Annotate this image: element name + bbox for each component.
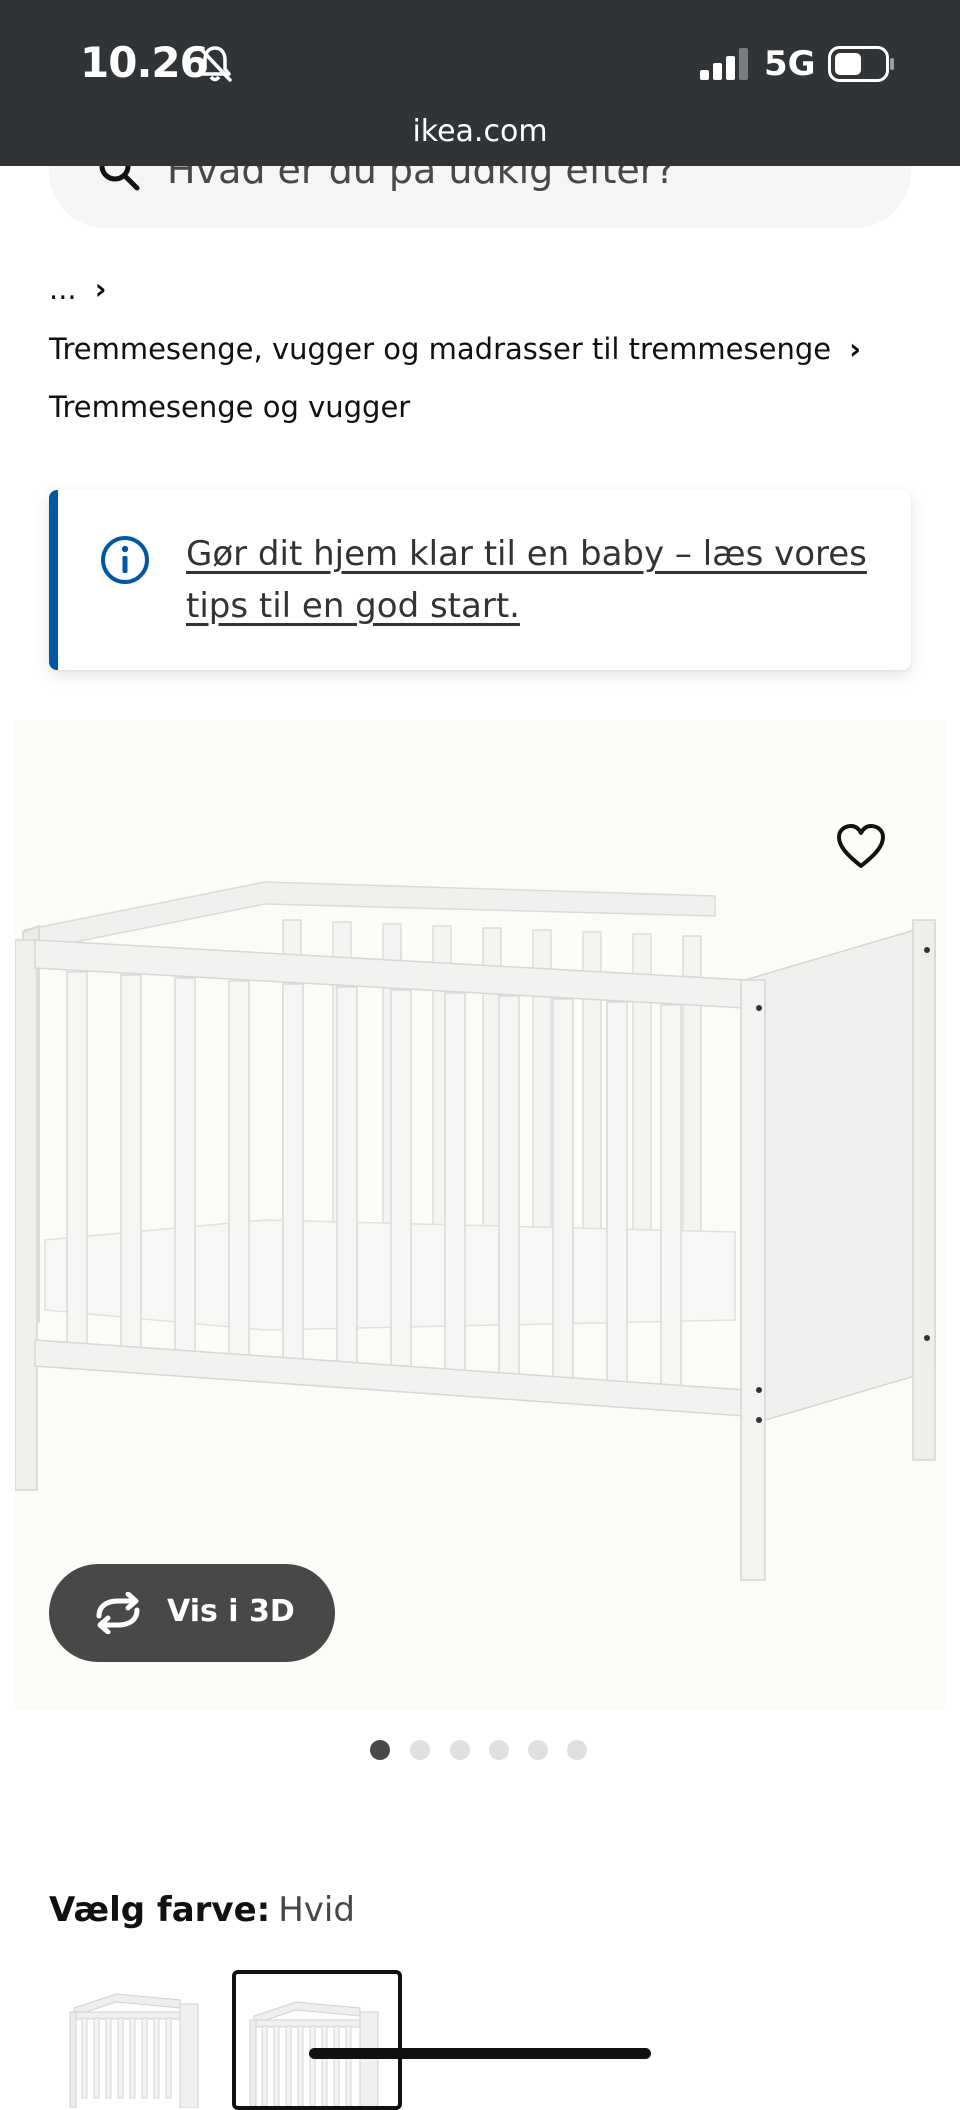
network-type: 5G	[764, 44, 816, 84]
favorite-heart-icon[interactable]	[836, 824, 886, 870]
view-3d-button[interactable]: Vis i 3D	[49, 1564, 335, 1662]
crib-thumbnail	[69, 1993, 199, 2108]
rotate-3d-icon	[96, 1592, 140, 1634]
breadcrumb-current[interactable]: Tremmesenge og vugger	[49, 390, 410, 424]
url-domain[interactable]: ikea.com	[0, 114, 960, 149]
view-3d-label: Vis i 3D	[167, 1594, 295, 1629]
status-time: 10.26	[80, 38, 209, 87]
carousel-dot[interactable]	[370, 1740, 390, 1760]
crib-thumbnail	[249, 2001, 379, 2106]
baby-tips-link[interactable]: Gør dit hjem klar til en baby – læs vore…	[186, 528, 896, 632]
color-swatch[interactable]	[56, 1968, 216, 2108]
carousel-dot[interactable]	[567, 1740, 587, 1760]
carousel-dot[interactable]	[410, 1740, 430, 1760]
battery-icon	[828, 46, 894, 82]
info-banner: Gør dit hjem klar til en baby – læs vore…	[49, 490, 911, 670]
crib-image[interactable]	[15, 860, 945, 1600]
carousel-dot[interactable]	[528, 1740, 548, 1760]
status-bar: 10.26 5G ikea.com	[0, 0, 960, 166]
signal-icon	[700, 48, 748, 80]
color-select-value: Hvid	[278, 1890, 355, 1930]
color-select-row: Vælg farve: Hvid	[49, 1890, 355, 1930]
info-icon	[101, 536, 149, 584]
carousel-dot[interactable]	[450, 1740, 470, 1760]
color-select-label: Vælg farve:	[49, 1890, 271, 1930]
breadcrumb-category[interactable]: Tremmesenge, vugger og madrasser til tre…	[49, 332, 861, 366]
bell-muted-icon	[198, 46, 232, 82]
color-swatch-selected[interactable]	[232, 1970, 402, 2110]
chevron-right-icon: ›	[849, 332, 862, 366]
home-indicator[interactable]	[309, 2048, 651, 2059]
chevron-right-icon: ›	[94, 272, 107, 306]
breadcrumb-ellipsis[interactable]: ... ›	[49, 272, 107, 306]
carousel-dot[interactable]	[489, 1740, 509, 1760]
